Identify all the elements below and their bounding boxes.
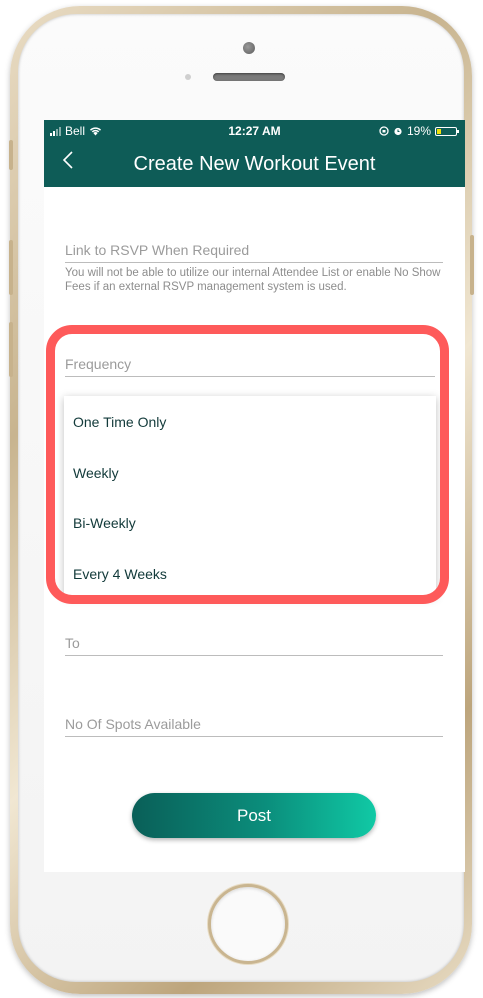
post-button[interactable]: Post (132, 793, 376, 838)
volume-down-button (9, 322, 13, 377)
proximity-sensor-icon (185, 74, 191, 80)
rsvp-hint-text: You will not be able to utilize our inte… (65, 267, 441, 293)
power-button (470, 235, 474, 295)
nav-bar: Create New Workout Event (44, 142, 465, 187)
alarm-icon (394, 127, 402, 136)
status-right: 19% (379, 124, 459, 138)
battery-percent: 19% (406, 124, 431, 138)
mute-switch (9, 140, 13, 170)
app-screen: Bell 12:27 AM 19% Create New Workout Eve… (44, 120, 465, 872)
page-title: Create New Workout Event (133, 153, 376, 175)
front-camera-icon (243, 42, 255, 54)
highlight-outline (46, 325, 449, 604)
spots-placeholder: No Of Spots Available (65, 716, 201, 732)
spots-available-input[interactable]: No Of Spots Available (65, 716, 443, 737)
rotation-lock-icon (379, 126, 389, 136)
rsvp-link-placeholder: Link to RSVP When Required (65, 242, 250, 258)
earpiece-speaker-icon (213, 73, 285, 81)
battery-icon (435, 126, 459, 136)
home-button[interactable] (208, 884, 288, 964)
to-placeholder: To (65, 635, 80, 651)
rsvp-link-input[interactable]: Link to RSVP When Required (65, 242, 443, 263)
to-input[interactable]: To (65, 635, 443, 656)
status-bar: Bell 12:27 AM 19% (44, 120, 465, 142)
volume-up-button (9, 240, 13, 295)
